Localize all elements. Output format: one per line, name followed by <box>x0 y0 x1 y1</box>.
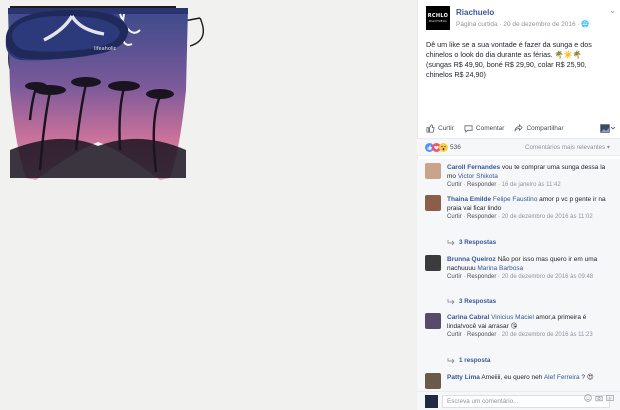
caption-line: chinelos o look do dia durante as férias… <box>426 50 582 59</box>
comment-like-link[interactable]: Curtir <box>447 332 462 338</box>
comment-meta: Curtir · Responder · 20 de dezembro de 2… <box>447 214 593 220</box>
post-caption: Dê um like se a sua vontade é fazer da s… <box>426 40 616 80</box>
comment-tag[interactable]: Marina Barbosa <box>476 265 523 272</box>
comment-meta: Curtir · Responder · 16 de janeiro às 11… <box>447 182 561 188</box>
view-replies-link[interactable]: 3 Respostas <box>447 239 496 246</box>
comment-time[interactable]: 20 de dezembro de 2016 às 11:02 <box>502 214 593 220</box>
camera-icon[interactable] <box>595 394 603 402</box>
reaction-count[interactable]: 536 <box>450 144 461 151</box>
comment-body: Patty Lima Ameiiii, eu quero neh Alef Fe… <box>447 373 615 382</box>
comment-like-link[interactable]: Curtir <box>447 274 462 280</box>
view-replies-link[interactable]: 1 resposta <box>447 357 491 364</box>
avatar-logo-text: RCHLO <box>427 13 449 19</box>
avatar[interactable] <box>425 373 441 389</box>
reply-arrow-icon <box>447 298 455 304</box>
svg-text:lifeaholic: lifeaholic <box>94 46 117 52</box>
caption-line: chinelos R$ 24,90) <box>426 70 486 79</box>
like-button[interactable]: Curtir <box>426 123 454 133</box>
like-label: Curtir <box>438 124 454 132</box>
page-avatar[interactable]: RCHLO RIACHUELO <box>426 6 450 30</box>
post-photo[interactable]: NSTOP lifeaholic <box>0 0 417 410</box>
comment-reply-link[interactable]: Responder <box>467 214 496 220</box>
reply-arrow-icon <box>447 357 455 363</box>
comment-body: Caroll Fernandes vou te comprar uma sung… <box>447 163 615 190</box>
share-icon <box>514 123 524 131</box>
page-picture-icon <box>600 123 610 133</box>
svg-text:GIF: GIF <box>607 396 612 400</box>
comment-composer: Escreva um comentário... GIF <box>417 391 620 410</box>
reaction-icons[interactable] <box>425 143 448 152</box>
comment-author[interactable]: Brunna Queiroz <box>447 256 496 263</box>
caption-line: (sungas R$ 49,90, boné R$ 29,90, colar R… <box>426 60 587 69</box>
avatar[interactable] <box>425 163 441 179</box>
post-meta: Página curtida · 20 de dezembro de 2016 … <box>456 21 590 28</box>
post-header: RCHLO RIACHUELO Riachuelo Página curtida… <box>426 6 618 32</box>
comment-meta: Curtir · Responder · 20 de dezembro de 2… <box>447 274 594 280</box>
comment-tag[interactable]: Victor Shikota <box>456 173 498 180</box>
comment-body: Thaina Emilde Felipe Faustino amor p vc … <box>447 195 615 222</box>
comment-text: ? 😍 <box>579 374 594 381</box>
comment-list: Caroll Fernandes vou te comprar uma sung… <box>417 159 620 391</box>
comment-time[interactable]: 20 de dezembro de 2016 às 11:23 <box>502 332 593 338</box>
comment-author[interactable]: Caroll Fernandes <box>447 164 500 171</box>
gif-icon[interactable]: GIF <box>606 394 614 402</box>
avatar[interactable] <box>425 313 441 329</box>
comment-meta: Curtir · Responder · 20 de dezembro de 2… <box>447 332 593 338</box>
comment-time[interactable]: 16 de janeiro às 11:42 <box>502 182 561 188</box>
comment-label: Comentar <box>475 124 505 132</box>
comment-text: Ameiiii, eu quero neh <box>479 374 543 381</box>
avatar <box>425 395 438 408</box>
replies-count: 3 Respostas <box>459 298 497 305</box>
comment-author[interactable]: Carina Cabral <box>447 314 489 321</box>
post-actions: Curtir Comentar Compartilhar <box>426 121 616 135</box>
comment-tag[interactable]: Vinicius Maciel <box>489 314 534 321</box>
composer-tools: GIF <box>584 394 614 402</box>
wow-reaction-icon <box>439 143 448 152</box>
replies-count: 1 resposta <box>459 357 491 364</box>
chevron-down-icon[interactable]: ⌄ <box>609 6 616 15</box>
thumbs-up-icon <box>426 123 435 133</box>
comment-reply-link[interactable]: Responder <box>467 182 496 188</box>
comment-author[interactable]: Patty Lima <box>447 374 480 381</box>
comment-like-link[interactable]: Curtir <box>447 182 462 188</box>
emoji-icon[interactable] <box>584 394 592 402</box>
comment-tag[interactable]: Felipe Faustino <box>491 196 537 203</box>
comment-reply-link[interactable]: Responder <box>467 332 496 338</box>
comment-sort-dropdown[interactable]: Comentários mais relevantes ▾ <box>525 144 610 151</box>
chevron-down-icon <box>610 126 616 130</box>
comment-body: Carina Cabral Vinicius Maciel amor,a pri… <box>447 313 615 340</box>
share-label: Compartilhar <box>526 124 564 132</box>
reaction-bar: 536 Comentários mais relevantes ▾ <box>417 138 620 156</box>
replies-count: 3 Respostas <box>459 239 497 246</box>
comment-body: Brunna Queiroz Não por isso mas quero ir… <box>447 255 615 282</box>
comment-author[interactable]: Thaina Emilde <box>447 196 491 203</box>
comment-like-link[interactable]: Curtir <box>447 214 462 220</box>
page-name-link[interactable]: Riachuelo <box>456 8 494 17</box>
comment-button[interactable]: Comentar <box>464 124 505 133</box>
comment-reply-link[interactable]: Responder <box>467 274 496 280</box>
avatar-logo-subtext: RIACHUELO <box>429 20 447 23</box>
comment-time[interactable]: 20 de dezembro de 2016 às 09:48 <box>502 274 593 280</box>
reply-arrow-icon <box>447 239 455 245</box>
comment-icon <box>464 124 473 133</box>
comment-tag[interactable]: Alef Ferreira <box>542 374 580 381</box>
view-replies-link[interactable]: 3 Respostas <box>447 298 496 305</box>
avatar[interactable] <box>425 255 441 271</box>
avatar[interactable] <box>425 195 441 211</box>
share-as-selector[interactable] <box>600 123 616 133</box>
flip-flop-image: lifeaholic <box>5 9 128 60</box>
caption-line: Dê um like se a sua vontade é fazer da s… <box>426 40 592 49</box>
share-button[interactable]: Compartilhar <box>514 123 564 133</box>
